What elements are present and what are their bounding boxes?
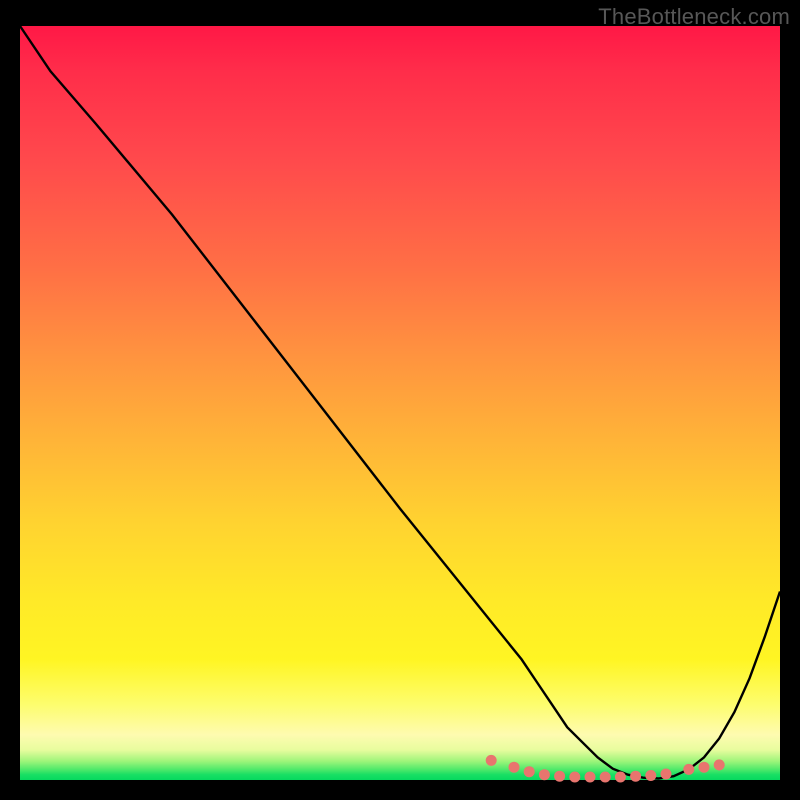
curve-dot <box>661 769 672 780</box>
bottleneck-curve <box>20 26 780 780</box>
chart-frame: TheBottleneck.com <box>0 0 800 800</box>
curve-dot <box>569 772 580 783</box>
curve-dot <box>714 759 725 770</box>
curve-dot <box>486 755 497 766</box>
curve-dot <box>539 769 550 780</box>
curve-line <box>20 26 780 779</box>
plot-area <box>20 26 780 780</box>
curve-dot <box>554 771 565 782</box>
curve-dot <box>600 772 611 783</box>
curve-dot <box>524 766 535 777</box>
curve-dots <box>486 755 725 783</box>
curve-dot <box>630 771 641 782</box>
curve-dot <box>645 770 656 781</box>
curve-dot <box>699 762 710 773</box>
curve-dot <box>585 772 596 783</box>
curve-dot <box>615 772 626 783</box>
curve-dot <box>683 764 694 775</box>
curve-dot <box>509 762 520 773</box>
